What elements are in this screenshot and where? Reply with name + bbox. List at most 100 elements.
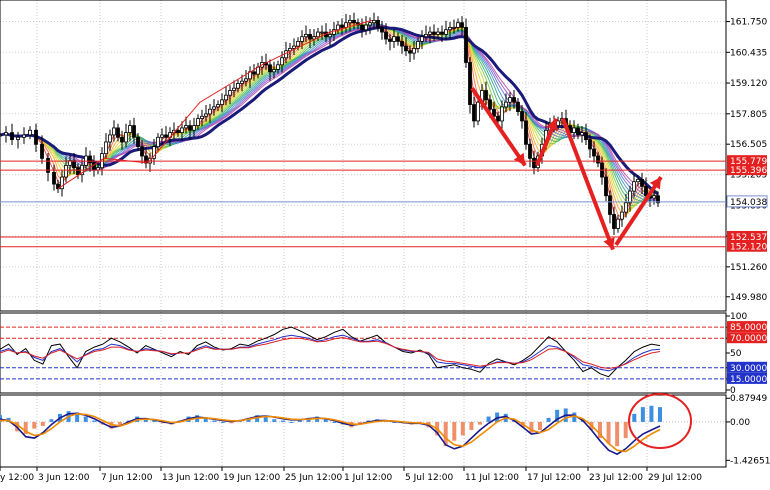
hist-bar[interactable] [623,421,628,439]
candle-body[interactable] [428,31,432,35]
candle-body[interactable] [632,181,636,192]
candle-body[interactable] [76,167,80,176]
candle-body[interactable] [212,106,216,110]
candle-body[interactable] [10,132,14,141]
candle-body[interactable] [280,57,284,66]
candle-body[interactable] [240,80,244,84]
candle-body[interactable] [432,31,436,35]
candle-body[interactable] [328,34,332,38]
candle-body[interactable] [208,108,212,115]
candle-body[interactable] [140,146,144,157]
candle-body[interactable] [604,176,608,197]
candle-body[interactable] [204,113,208,117]
candle-body[interactable] [644,185,648,197]
candle-body[interactable] [500,106,504,122]
candle-body[interactable] [608,195,612,215]
candle-body[interactable] [484,90,488,101]
candle-body[interactable] [64,164,68,178]
hist-bar[interactable] [220,421,225,423]
hist-bar[interactable] [212,420,217,422]
candle-body[interactable] [384,31,388,40]
candle-body[interactable] [424,34,428,38]
candle-body[interactable] [588,139,592,150]
candle-body[interactable] [596,155,600,164]
hist-signal-line[interactable] [0,412,661,453]
candle-body[interactable] [496,115,500,122]
candle-body[interactable] [336,24,340,31]
hist-bar[interactable] [640,407,645,422]
hist-bar[interactable] [298,420,302,422]
candle-body[interactable] [348,19,352,24]
candle-body[interactable] [452,26,456,29]
candle-body[interactable] [572,127,576,134]
candle-body[interactable] [624,202,628,213]
candle-body[interactable] [22,134,26,138]
candle-body[interactable] [340,24,344,28]
candle-body[interactable] [72,160,76,169]
candle-body[interactable] [312,36,316,40]
hist-bar[interactable] [49,419,54,422]
candle-body[interactable] [468,62,472,105]
candle-body[interactable] [344,22,348,28]
osc-series-line[interactable] [0,336,661,370]
hist-bar[interactable] [546,417,551,422]
candle-body[interactable] [316,31,320,38]
candle-body[interactable] [616,218,620,229]
candle-body[interactable] [408,50,412,54]
candle-body[interactable] [128,125,132,134]
candle-body[interactable] [132,125,136,138]
candle-body[interactable] [52,171,56,185]
candle-body[interactable] [144,155,148,164]
candle-body[interactable] [220,99,224,105]
hist-bar[interactable] [332,421,337,423]
hist-bar[interactable] [658,407,662,422]
candle-body[interactable] [160,134,164,138]
candle-body[interactable] [0,134,2,137]
candle-body[interactable] [652,195,656,199]
candle-body[interactable] [416,41,420,49]
candle-body[interactable] [620,211,624,220]
candle-body[interactable] [524,120,528,145]
candle-body[interactable] [576,127,580,136]
candle-body[interactable] [108,134,112,143]
candle-body[interactable] [188,125,192,131]
candle-body[interactable] [224,94,228,101]
candle-body[interactable] [104,141,108,155]
candle-body[interactable] [456,22,460,28]
candle-body[interactable] [352,19,356,24]
candle-body[interactable] [232,87,236,91]
hist-bar[interactable] [460,421,465,436]
candle-body[interactable] [584,132,588,141]
candle-body[interactable] [28,129,32,136]
osc-series-line[interactable] [0,326,661,378]
candle-body[interactable] [124,132,128,143]
candle-body[interactable] [380,26,384,33]
hist-bar[interactable] [632,413,637,422]
hist-bar[interactable] [469,421,474,430]
candle-body[interactable] [460,22,464,28]
candle-body[interactable] [508,97,512,103]
hist-bar[interactable] [272,419,277,422]
candle-body[interactable] [368,22,372,26]
candle-body[interactable] [296,41,300,47]
candle-body[interactable] [216,104,220,108]
hist-bar[interactable] [649,405,654,422]
candle-body[interactable] [200,115,204,119]
candle-body[interactable] [412,48,416,54]
candle-body[interactable] [640,178,644,187]
candle-body[interactable] [120,136,124,143]
candle-body[interactable] [392,36,396,42]
candle-body[interactable] [244,78,248,82]
candle-body[interactable] [112,127,116,136]
candle-body[interactable] [268,64,272,73]
candle-body[interactable] [472,104,476,122]
candle-body[interactable] [192,125,196,131]
candle-body[interactable] [464,26,468,63]
candle-body[interactable] [436,31,440,35]
candle-body[interactable] [4,132,8,136]
candle-body[interactable] [396,36,400,42]
candle-body[interactable] [636,178,640,183]
candle-body[interactable] [444,29,448,35]
hist-bar[interactable] [478,421,482,425]
candle-body[interactable] [276,64,280,70]
